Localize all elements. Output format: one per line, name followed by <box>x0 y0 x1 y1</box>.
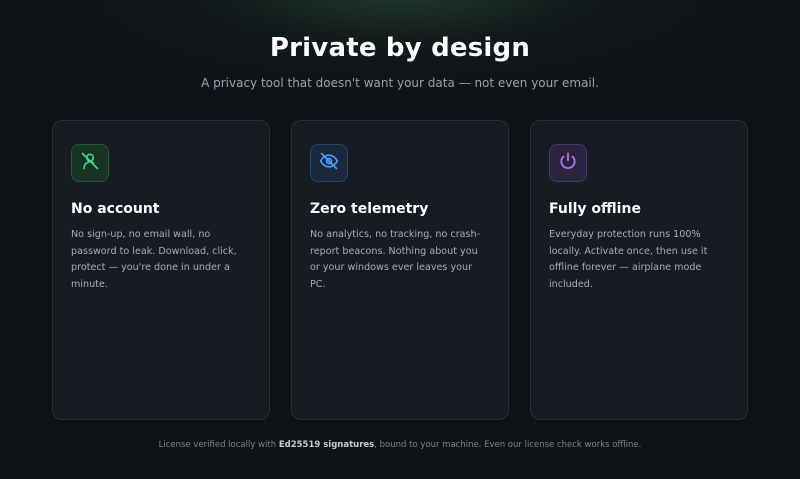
eye-off-icon <box>319 151 339 175</box>
feature-icon-container <box>310 144 348 182</box>
feature-card-title: No account <box>71 201 160 217</box>
feature-icon-container <box>549 144 587 182</box>
feature-card-title: Fully offline <box>549 201 641 217</box>
feature-icon-container <box>71 144 109 182</box>
page-subtitle: A privacy tool that doesn't want your da… <box>201 76 599 90</box>
feature-card-no-account: No account No sign-up, no email wall, no… <box>52 120 270 420</box>
feature-card-description: Everyday protection runs 100% locally. A… <box>549 229 708 290</box>
feature-card-zero-telemetry: Zero telemetry No analytics, no tracking… <box>291 120 509 420</box>
license-footnote: License verified locally with Ed25519 si… <box>0 440 800 450</box>
page-title: Private by design <box>269 33 531 63</box>
feature-card-description: No analytics, no tracking, no crash-repo… <box>310 229 481 290</box>
footnote-prefix: License verified locally with <box>158 440 279 450</box>
feature-card-title: Zero telemetry <box>310 201 429 217</box>
feature-cards: No account No sign-up, no email wall, no… <box>52 120 748 422</box>
footnote-highlight: Ed25519 signatures <box>278 440 375 450</box>
power-icon <box>558 151 578 175</box>
user-off-icon <box>80 151 100 175</box>
feature-card-fully-offline: Fully offline Everyday protection runs 1… <box>530 120 748 420</box>
feature-card-description: No sign-up, no email wall, no password t… <box>71 229 237 290</box>
footnote-suffix: , bound to your machine. Even our licens… <box>374 440 642 450</box>
